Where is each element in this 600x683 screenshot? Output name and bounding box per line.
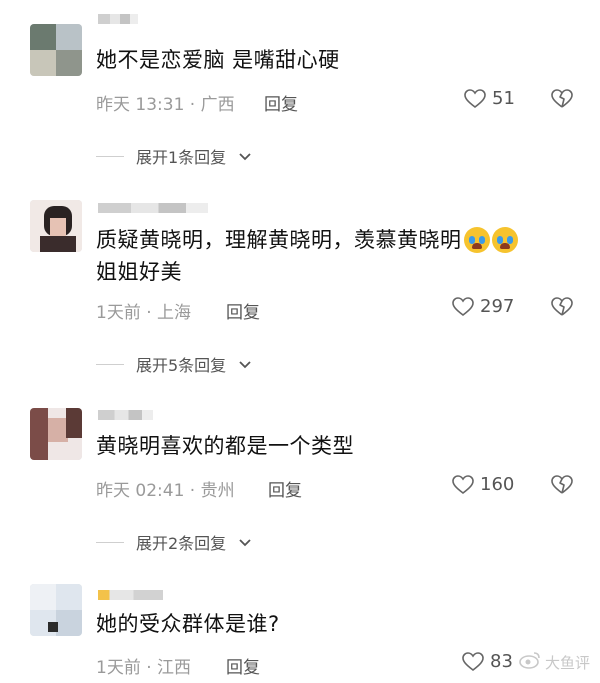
reply-button[interactable]: 回复 — [268, 476, 302, 501]
chevron-down-icon — [238, 533, 252, 552]
expand-replies-label: 展开1条回复 — [136, 148, 227, 167]
avatar[interactable] — [30, 200, 82, 252]
dislike-button[interactable] — [551, 89, 573, 113]
divider — [96, 155, 124, 157]
comment-text: 黄晓明喜欢的都是一个类型 — [96, 434, 354, 458]
watermark: 大鱼评 — [519, 651, 590, 673]
like-button[interactable]: 51 — [464, 88, 515, 109]
avatar[interactable] — [30, 408, 82, 460]
crying-face-emoji — [491, 227, 518, 253]
like-button[interactable]: 160 — [452, 474, 514, 495]
username-masked[interactable] — [98, 14, 138, 24]
divider — [96, 541, 124, 543]
expand-replies-label: 展开5条回复 — [136, 356, 227, 375]
broken-heart-icon — [551, 89, 573, 113]
reply-button[interactable]: 回复 — [226, 298, 260, 323]
comment-text: 她不是恋爱脑 是嘴甜心硬 — [96, 48, 340, 72]
reply-button[interactable]: 回复 — [226, 653, 260, 678]
expand-replies-button[interactable]: 展开2条回复 — [96, 530, 252, 554]
crying-face-emoji — [463, 227, 490, 253]
username-masked[interactable] — [98, 203, 208, 213]
like-count: 160 — [480, 474, 515, 495]
heart-icon — [462, 651, 484, 672]
heart-icon — [452, 474, 474, 495]
comment-text: 她的受众群体是谁? — [96, 612, 280, 636]
weibo-logo-icon — [519, 651, 541, 673]
comment-text: 质疑黄晓明，理解黄晓明，羡慕黄晓明 姐姐好美 — [96, 224, 560, 288]
like-count: 51 — [492, 88, 515, 109]
expand-replies-label: 展开2条回复 — [136, 534, 227, 553]
comment-meta: 1天前 · 上海 — [96, 303, 192, 323]
reply-button[interactable]: 回复 — [264, 90, 298, 115]
like-button[interactable]: 83 — [462, 651, 513, 672]
chevron-down-icon — [238, 355, 252, 374]
comment-meta: 昨天 02:41 · 贵州 — [96, 481, 235, 501]
divider — [96, 363, 124, 365]
watermark-text: 大鱼评 — [544, 653, 590, 672]
avatar[interactable] — [30, 584, 82, 636]
comment-meta: 昨天 13:31 · 广西 — [96, 95, 235, 115]
dislike-button[interactable] — [551, 297, 573, 321]
avatar[interactable] — [30, 24, 82, 76]
dislike-button[interactable] — [551, 475, 573, 499]
like-count: 83 — [490, 651, 513, 672]
chevron-down-icon — [238, 147, 252, 166]
username-masked[interactable] — [98, 410, 153, 420]
expand-replies-button[interactable]: 展开1条回复 — [96, 144, 252, 168]
like-button[interactable]: 297 — [452, 296, 514, 317]
comment-text-line1: 质疑黄晓明，理解黄晓明，羡慕黄晓明 — [96, 228, 462, 252]
broken-heart-icon — [551, 297, 573, 321]
expand-replies-button[interactable]: 展开5条回复 — [96, 352, 252, 376]
broken-heart-icon — [551, 475, 573, 499]
comment-text-line2: 姐姐好美 — [96, 260, 182, 284]
like-count: 297 — [480, 296, 515, 317]
heart-icon — [464, 88, 486, 109]
username-masked[interactable] — [98, 590, 163, 600]
comment-meta: 1天前 · 江西 — [96, 658, 192, 678]
heart-icon — [452, 296, 474, 317]
